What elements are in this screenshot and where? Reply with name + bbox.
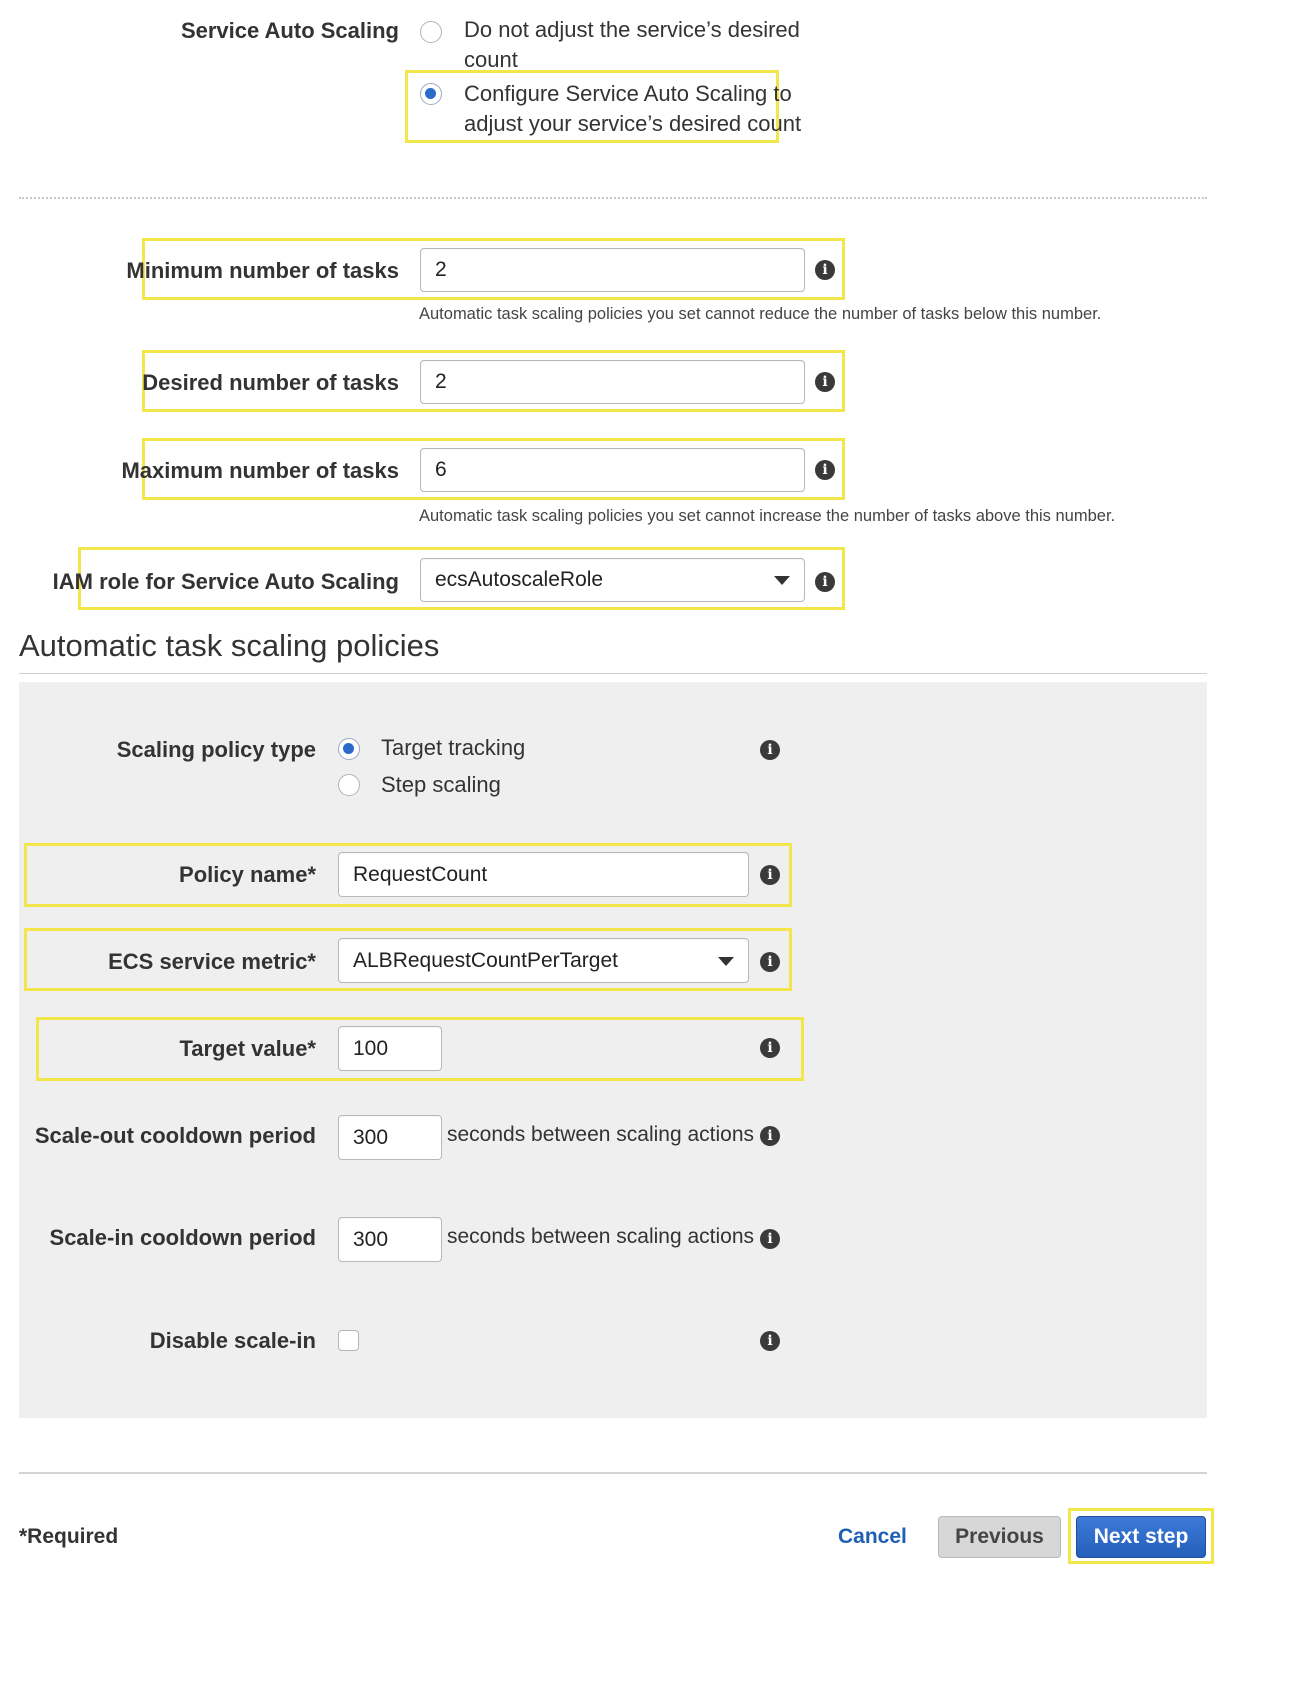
service-metric-select[interactable]: ALBRequestCountPerTarget <box>338 938 749 983</box>
info-icon[interactable]: i <box>760 1229 780 1249</box>
info-icon[interactable]: i <box>760 740 780 760</box>
option-configure-line1: Configure Service Auto Scaling to <box>464 81 792 106</box>
service-auto-scaling-label: Service Auto Scaling <box>180 18 399 43</box>
min-tasks-value: 2 <box>435 258 447 281</box>
step-scaling-label[interactable]: Step scaling <box>381 770 501 800</box>
info-icon[interactable]: i <box>760 952 780 972</box>
info-icon[interactable]: i <box>815 372 835 392</box>
desired-tasks-value: 2 <box>435 370 447 393</box>
info-icon[interactable]: i <box>760 1126 780 1146</box>
required-note: *Required <box>19 1525 119 1548</box>
scale-out-value: 300 <box>353 1125 389 1149</box>
target-value-value: 100 <box>353 1036 389 1060</box>
max-tasks-label: Maximum number of tasks <box>121 458 399 483</box>
next-step-button[interactable]: Next step <box>1076 1516 1206 1558</box>
policy-name-label: Policy name* <box>179 862 316 887</box>
iam-role-value: ecsAutoscaleRole <box>435 568 604 591</box>
policy-name-input[interactable]: RequestCount <box>338 852 749 897</box>
info-icon[interactable]: i <box>760 1038 780 1058</box>
target-value-label: Target value* <box>179 1036 316 1061</box>
service-metric-value: ALBRequestCountPerTarget <box>353 948 618 972</box>
target-value-input[interactable]: 100 <box>338 1026 442 1071</box>
target-tracking-label[interactable]: Target tracking <box>381 733 525 763</box>
disable-scale-in-checkbox[interactable] <box>338 1330 359 1351</box>
radio-configure[interactable] <box>420 83 442 105</box>
cancel-link[interactable]: Cancel <box>838 1525 907 1549</box>
min-tasks-label: Minimum number of tasks <box>126 258 399 283</box>
dotted-divider <box>19 197 1207 199</box>
scale-in-value: 300 <box>353 1227 389 1251</box>
option-no-adjust-line1: Do not adjust the service’s desired <box>464 17 800 42</box>
scale-out-unit: seconds between scaling actions <box>447 1123 755 1146</box>
max-tasks-hint: Automatic task scaling policies you set … <box>419 507 1116 525</box>
option-configure-line2: adjust your service’s desired count <box>464 111 802 136</box>
radio-target-tracking[interactable] <box>338 738 360 760</box>
previous-button[interactable]: Previous <box>938 1516 1061 1558</box>
min-tasks-input[interactable]: 2 <box>420 248 805 292</box>
info-icon[interactable]: i <box>760 865 780 885</box>
scale-in-input[interactable]: 300 <box>338 1217 442 1262</box>
desired-tasks-label: Desired number of tasks <box>142 370 399 395</box>
heading-divider <box>19 673 1207 674</box>
scale-out-label: Scale-out cooldown period <box>34 1123 316 1148</box>
info-icon[interactable]: i <box>815 460 835 480</box>
max-tasks-value: 6 <box>435 458 447 481</box>
radio-no-adjust[interactable] <box>420 21 442 43</box>
info-icon[interactable]: i <box>760 1331 780 1351</box>
scale-in-label: Scale-in cooldown period <box>49 1225 316 1250</box>
desired-tasks-input[interactable]: 2 <box>420 360 805 404</box>
policy-name-value: RequestCount <box>353 862 488 886</box>
service-metric-label: ECS service metric* <box>108 949 316 974</box>
option-configure-label[interactable]: Configure Service Auto Scaling to adjust… <box>464 79 801 139</box>
max-tasks-input[interactable]: 6 <box>420 448 805 492</box>
min-tasks-hint: Automatic task scaling policies you set … <box>419 305 1102 323</box>
radio-step-scaling[interactable] <box>338 774 360 796</box>
scale-in-unit: seconds between scaling actions <box>447 1225 755 1248</box>
disable-scale-in-label: Disable scale-in <box>149 1328 316 1353</box>
info-icon[interactable]: i <box>815 260 835 280</box>
footer-divider <box>19 1472 1207 1474</box>
iam-role-select[interactable]: ecsAutoscaleRole <box>420 558 805 602</box>
option-no-adjust-label[interactable]: Do not adjust the service’s desired coun… <box>464 15 800 75</box>
info-icon[interactable]: i <box>815 572 835 592</box>
section-heading: Automatic task scaling policies <box>19 628 440 663</box>
policy-type-label: Scaling policy type <box>116 737 316 762</box>
scale-out-input[interactable]: 300 <box>338 1115 442 1160</box>
iam-role-label: IAM role for Service Auto Scaling <box>52 569 399 594</box>
